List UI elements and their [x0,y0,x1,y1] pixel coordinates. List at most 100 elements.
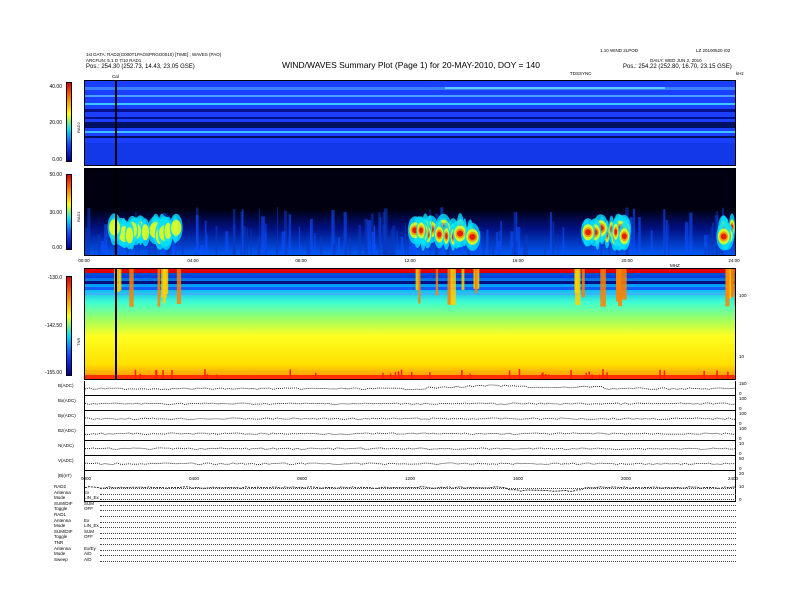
rad1-streak [288,214,292,255]
tnr-spike [289,369,291,379]
rad1-streak [87,207,91,255]
tnr-plot-svg [85,269,735,379]
tnr-spike [588,371,590,379]
tnr-spike [606,372,608,379]
trace-right-tick: 150 [739,381,747,386]
header-left-line3: Pos.: 254.30 (252.73, 14.43, 23.05 GSE) [86,64,195,70]
rad1-burst [445,233,448,239]
tnr-spike [394,372,397,379]
trace-panel [84,426,736,441]
setting-key: Mode [54,523,66,529]
tnr-spike [518,369,521,379]
tnr-spike [139,373,142,379]
setting-dotline [100,510,736,512]
setting-value: SUM [84,500,94,506]
setting-key: SUM/DIF [54,528,73,534]
setting-dotline [100,504,736,506]
setting-dotline [100,560,736,562]
rad1-streak [404,224,407,255]
rad1-streak [100,240,104,255]
rad1-streak [392,225,396,255]
setting-key: TNR [54,540,64,545]
setting-dotline [100,549,736,551]
rad2-band [445,87,665,89]
tnr-burst [435,269,439,296]
rad1-streak [281,231,286,255]
setting-dotline [100,527,736,529]
rad2-band [85,131,735,133]
rad1-colorbar [66,174,72,250]
rad1-burst [419,227,423,234]
trace-label: N(ADC) [58,443,74,448]
trace-panel [84,381,736,396]
trace-svg [85,402,735,405]
tnr-spike [216,374,218,379]
tnr-spike [400,369,403,379]
setting-dotline [100,532,736,534]
trace-panel [84,441,736,456]
rad1-streak [550,212,553,255]
rad1-streak [233,209,236,255]
rad1-burst [720,233,727,240]
rad1-streak [707,234,711,255]
cal-marker [115,169,117,255]
tnr-spike [389,373,392,379]
trace-label: |B|(nT) [58,473,72,478]
setting-key: RAD1 [54,512,67,517]
tnr-spike [663,370,666,379]
tnr-spike [585,373,588,379]
tnr-burst [461,269,465,290]
setting-value: A/D [84,551,92,557]
trace-right-tick: 100 [739,411,747,416]
rad1-streak [382,224,387,255]
rad1-burst [469,233,476,240]
rad1-streak [650,230,653,255]
rad2-spectrogram [84,80,736,166]
tnr-burst [162,269,166,304]
rad1-streak [557,234,559,255]
trace-right-tick: 50 [739,456,745,461]
page-title: WIND/WAVES Summary Plot (Page 1) for 20-… [282,60,541,70]
tnr-burst [418,269,421,304]
rad1-streak [685,222,689,255]
rad1-ytick-bottom: 0.00 [52,245,62,251]
rad2-ytick-mid: 20.00 [49,120,62,126]
rad1-ytick-mid: 30.00 [49,210,62,216]
rad2-ytick-bottom: 0.00 [52,157,62,163]
rad1-ytick-top: 50.00 [49,172,62,178]
tnr-spike [469,373,471,379]
setting-value: Ex [84,489,90,495]
cal-marker [115,269,117,379]
tnr-burst [621,269,627,300]
rad1-streak [632,208,636,255]
header-left-line2: ARCFUN: 5.1 D 7/10 RAD1 [86,58,142,63]
rad1-streak [225,231,229,255]
trace-label: Bx(ADC) [58,398,76,403]
trace-panel [84,411,736,426]
trace-svg [85,447,735,450]
rad1-streak [172,246,176,255]
tnr-band [85,269,735,273]
rad1-burst [457,230,464,237]
setting-dotline [100,488,736,489]
rad1-streak [338,237,340,255]
tnr-right-tick: 10 [739,354,745,359]
tnr-spike [598,374,601,379]
setting-key: Antenna [54,545,71,551]
setting-key: Toggle [54,506,68,512]
trace-xtick: 2400 [727,476,739,481]
rad1-streak [241,209,244,255]
tnr-ylabel: TNR [76,337,81,346]
rad1-streak [665,220,668,255]
rad1-streak [486,229,489,255]
tnr-spike [171,370,173,379]
tnr-spike [570,370,572,379]
rad1-streak [704,246,707,255]
rad2-ytick-top: 40.00 [49,84,62,90]
rad1-streak [500,220,502,255]
trace-right-tick: 100 [739,396,747,401]
rad1-streak [638,217,641,255]
trace-svg [85,462,735,465]
tnr-burst [176,269,182,304]
tdssync-label: TDSSYNC [570,71,592,76]
